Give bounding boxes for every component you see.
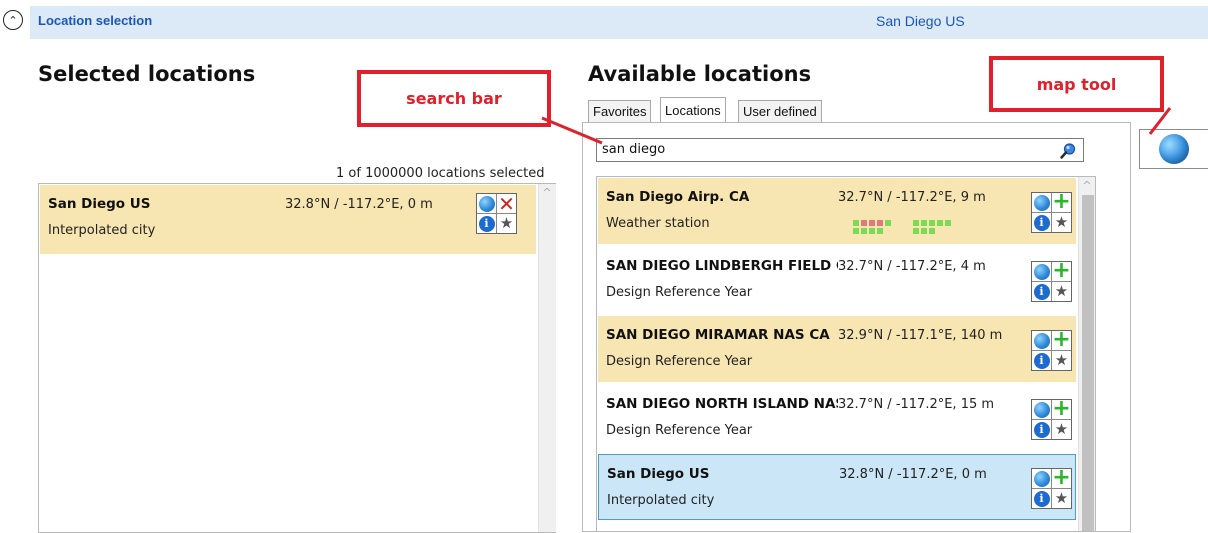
location-actions: + i ★ <box>1031 399 1072 440</box>
star-icon[interactable]: ★ <box>1052 420 1071 439</box>
selected-locations-title: Selected locations <box>38 62 256 86</box>
map-globe-icon <box>1159 134 1189 164</box>
available-locations-list[interactable]: San Diego Airp. CA 32.7°N / -117.2°E, 9 … <box>596 176 1096 532</box>
scroll-up-icon[interactable]: ^ <box>539 184 555 200</box>
location-coords: 32.7°N / -117.2°E, 15 m <box>838 397 995 412</box>
location-coords: 32.7°N / -117.2°E, 9 m <box>838 190 986 205</box>
location-row[interactable]: San Diego Airp. CA 32.7°N / -117.2°E, 9 … <box>598 178 1076 244</box>
selected-locations-list[interactable]: San Diego US 32.8°N / -117.2°E, 0 m Inte… <box>38 183 556 533</box>
star-icon[interactable]: ★ <box>1052 282 1071 301</box>
location-name: San Diego US <box>48 196 151 212</box>
location-coords: 32.7°N / -117.2°E, 4 m <box>838 259 986 274</box>
location-type: Design Reference Year <box>606 285 753 300</box>
section-header-title: Location selection <box>38 13 153 28</box>
info-icon[interactable]: i <box>477 214 496 233</box>
callout-label: map tool <box>1036 74 1117 94</box>
search-bar-callout: search bar <box>357 70 551 127</box>
location-row-selected[interactable]: San Diego US 32.8°N / -117.2°E, 0 m Inte… <box>598 454 1076 520</box>
location-row[interactable]: SAN DIEGO MIRAMAR NAS CA 32.9°N / -117.1… <box>598 316 1076 382</box>
add-icon[interactable]: + <box>1052 331 1071 350</box>
location-actions: + i ★ <box>1031 468 1072 509</box>
add-icon[interactable]: + <box>1052 400 1071 419</box>
scrollbar-thumb[interactable] <box>1082 195 1094 531</box>
add-icon[interactable]: + <box>1052 469 1071 488</box>
location-coords: 32.8°N / -117.2°E, 0 m <box>839 467 987 482</box>
callout-label: search bar <box>406 89 502 108</box>
selected-location-row[interactable]: San Diego US 32.8°N / -117.2°E, 0 m Inte… <box>40 185 536 254</box>
star-icon[interactable]: ★ <box>1052 213 1071 232</box>
search-bar-callout-pointer <box>541 116 603 145</box>
search-icon[interactable] <box>1059 142 1077 160</box>
map-tool-callout-pointer <box>1148 107 1172 135</box>
collapse-section-button[interactable]: ⌃ <box>3 10 23 30</box>
location-type: Interpolated city <box>48 223 156 238</box>
location-type: Interpolated city <box>607 493 715 508</box>
info-icon[interactable]: i <box>1032 489 1051 508</box>
location-name: San Diego Airp. CA <box>606 189 750 205</box>
location-coords: 32.9°N / -117.1°E, 140 m <box>838 328 1003 343</box>
remove-icon[interactable]: ✕ <box>497 194 516 213</box>
search-input[interactable]: san diego <box>596 138 1084 162</box>
scroll-up-icon[interactable]: ^ <box>1079 177 1095 193</box>
map-tool-callout: map tool <box>989 56 1164 112</box>
location-name: San Diego US <box>607 466 710 482</box>
location-actions: ✕ i ★ <box>476 193 517 234</box>
selected-list-scrollbar[interactable]: ^ <box>538 184 556 532</box>
add-icon[interactable]: + <box>1052 262 1071 281</box>
info-icon[interactable]: i <box>1032 420 1051 439</box>
selection-count-label: 1 of 1000000 locations selected <box>336 166 545 181</box>
available-locations-title: Available locations <box>588 62 812 86</box>
location-type: Weather station <box>606 216 710 231</box>
location-actions: + i ★ <box>1031 192 1072 233</box>
tab-locations[interactable]: Locations <box>660 97 726 122</box>
star-icon[interactable]: ★ <box>1052 351 1071 370</box>
info-icon[interactable]: i <box>1032 282 1051 301</box>
location-name: SAN DIEGO LINDBERGH FIELD CA <box>606 258 838 274</box>
chevron-up-icon: ⌃ <box>8 13 18 27</box>
star-icon[interactable]: ★ <box>1052 489 1071 508</box>
location-actions: + i ★ <box>1031 330 1072 371</box>
location-name: SAN DIEGO NORTH ISLAND NAS CA <box>606 396 838 412</box>
info-icon[interactable]: i <box>1032 351 1051 370</box>
info-icon[interactable]: i <box>1032 213 1051 232</box>
star-icon[interactable]: ★ <box>497 214 516 233</box>
available-list-scrollbar[interactable]: ^ <box>1078 177 1095 531</box>
section-header-bar[interactable] <box>30 6 1208 39</box>
location-row[interactable]: SAN DIEGO LINDBERGH FIELD CA 32.7°N / -1… <box>598 247 1076 313</box>
location-actions: + i ★ <box>1031 261 1072 302</box>
section-header-value: San Diego US <box>876 13 965 29</box>
globe-icon[interactable] <box>477 194 496 213</box>
location-row[interactable]: SAN DIEGO NORTH ISLAND NAS CA 32.7°N / -… <box>598 385 1076 451</box>
globe-icon[interactable] <box>1032 400 1051 419</box>
globe-icon[interactable] <box>1032 262 1051 281</box>
location-coords: 32.8°N / -117.2°E, 0 m <box>285 197 433 212</box>
globe-icon[interactable] <box>1032 469 1051 488</box>
location-type: Design Reference Year <box>606 354 753 369</box>
location-name: SAN DIEGO MIRAMAR NAS CA <box>606 327 830 343</box>
add-icon[interactable]: + <box>1052 193 1071 212</box>
location-type: Design Reference Year <box>606 423 753 438</box>
tab-user-defined[interactable]: User defined <box>738 100 822 122</box>
globe-icon[interactable] <box>1032 193 1051 212</box>
globe-icon[interactable] <box>1032 331 1051 350</box>
data-availability-indicator <box>853 220 951 234</box>
